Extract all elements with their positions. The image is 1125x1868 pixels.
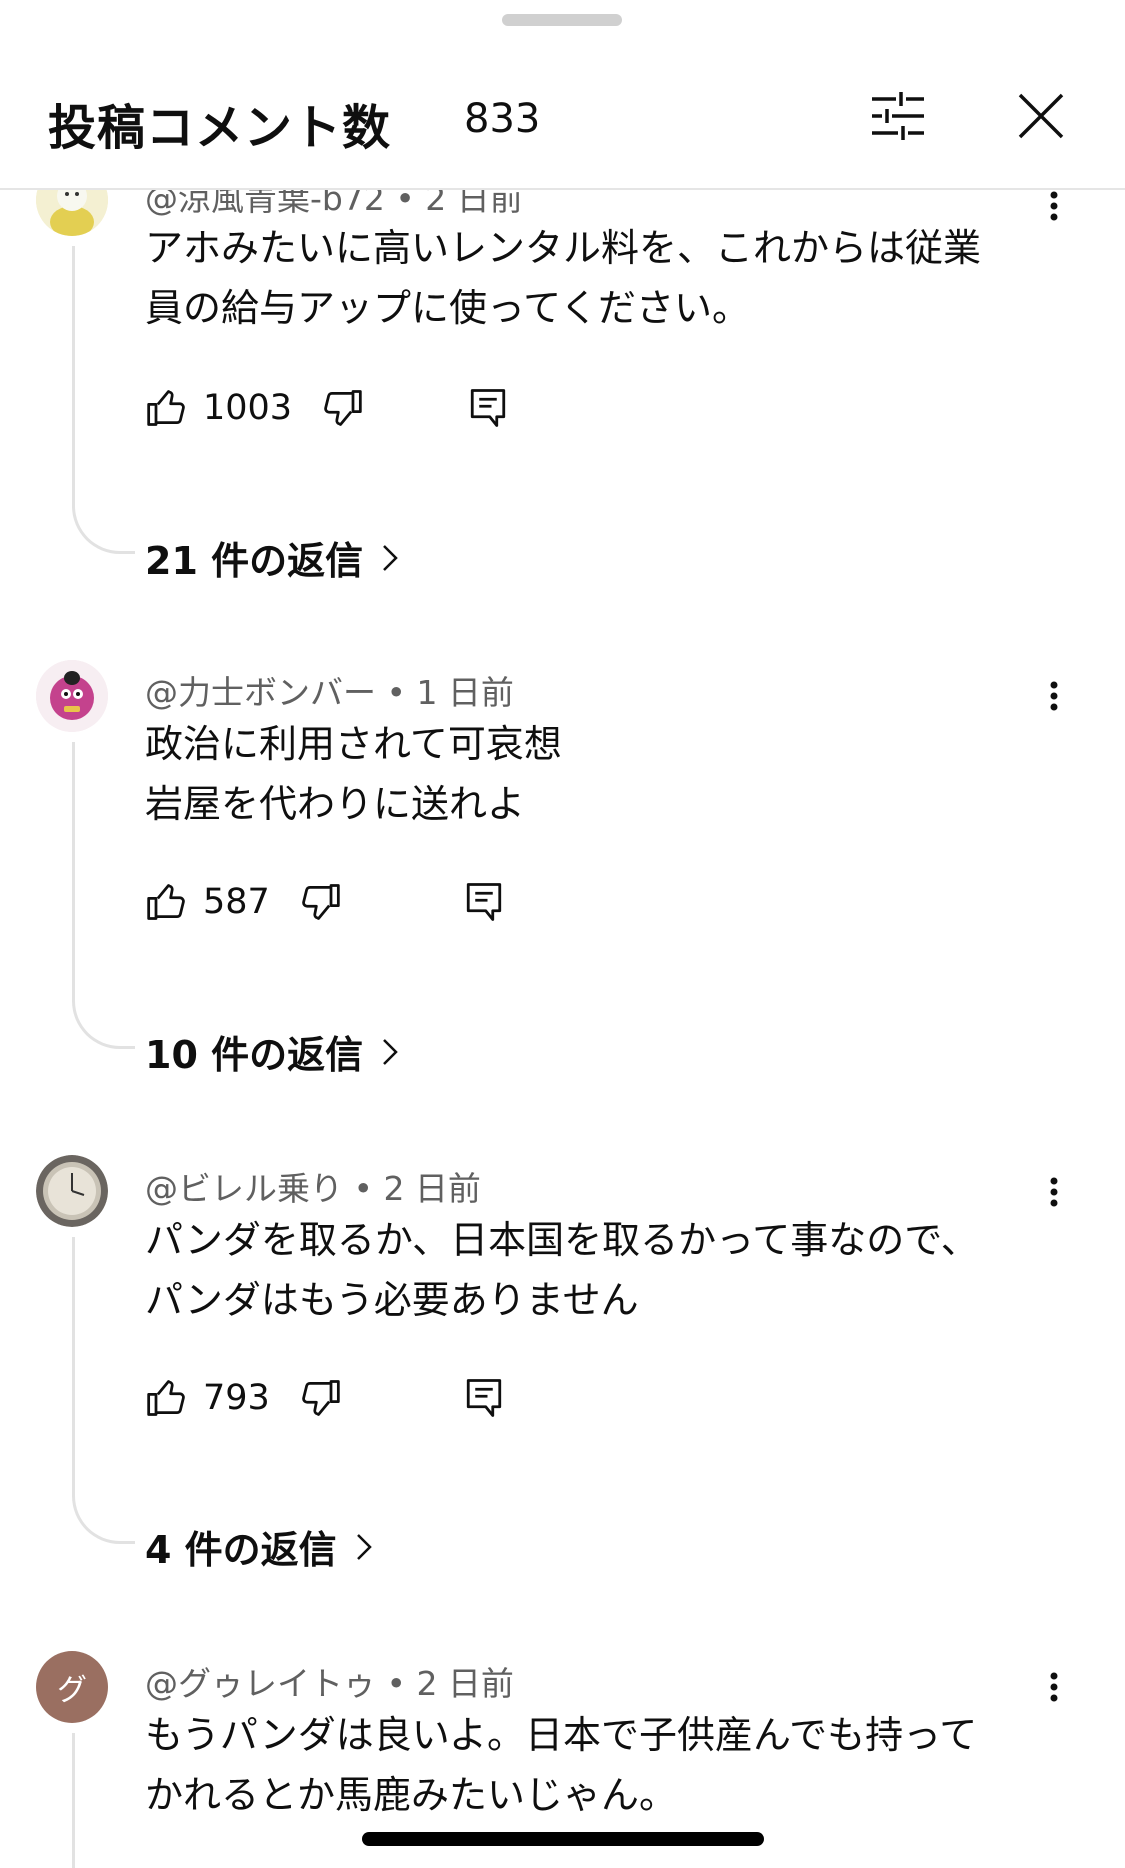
chevron-right-icon [355,1532,373,1562]
view-replies-button[interactable]: 4 件の返信 [145,1519,373,1574]
like-count: 587 [203,882,270,922]
more-vertical-icon [1050,681,1058,711]
dislike-button[interactable] [320,386,364,430]
close-button[interactable] [1005,80,1077,152]
like-count: 793 [203,1378,270,1418]
thumbs-up-icon [147,884,185,920]
thread-connector [72,1237,135,1544]
comment-list[interactable]: @涼風青葉-b72 • 2 日前 アホみたいに高いレンタル料を、これからは従業 … [0,0,1125,1868]
like-button[interactable]: 1003 [145,386,292,430]
home-indicator [362,1832,764,1846]
comment-text: 政治に利用されて可哀想 岩屋を代わりに送れよ [145,714,1045,834]
comment-actions: 793 [145,1372,502,1424]
comment-reply-icon [466,883,502,921]
thread-connector [72,246,135,554]
comment-meta[interactable]: @ビレル乗り • 2 日前 [145,1162,481,1210]
replies-count-label: 21 件の返信 [145,539,364,583]
comment-line: 政治に利用されて可哀想 [145,722,562,766]
close-icon [1018,93,1064,139]
avatar-image [36,1155,108,1227]
avatar-image [36,660,108,732]
like-button[interactable]: 587 [145,880,270,924]
avatar-letter: グ [57,1673,87,1708]
thumbs-down-icon [324,390,362,426]
view-replies-button[interactable]: 10 件の返信 [145,1024,399,1079]
avatar[interactable] [36,1155,108,1227]
sheet-drag-handle[interactable] [502,14,622,26]
thread-connector [72,742,135,1049]
comment-text: パンダを取るか、日本国を取るかって事なので、 パンダはもう必要ありません [145,1210,1045,1330]
comment-line: パンダはもう必要ありません [145,1278,639,1322]
comment-meta[interactable]: @グゥレイトゥ • 2 日前 [145,1657,514,1705]
comment-text: アホみたいに高いレンタル料を、これからは従業 員の給与アップに使ってください。 [145,218,1045,338]
comment-actions: 587 [145,876,502,928]
reply-button[interactable] [463,879,505,925]
comment-count: 833 [464,96,541,142]
comment-reply-icon [470,389,506,427]
comment-meta[interactable]: @力士ボンバー • 1 日前 [145,666,514,714]
thumbs-down-icon [302,884,340,920]
thumbs-up-icon [147,1380,185,1416]
comments-sheet: @涼風青葉-b72 • 2 日前 アホみたいに高いレンタル料を、これからは従業 … [0,0,1125,1868]
like-count: 1003 [203,388,293,428]
thumbs-down-icon [302,1380,340,1416]
filter-button[interactable] [862,80,934,152]
avatar[interactable]: グ [36,1651,108,1723]
page-title: 投稿コメント数 [48,100,392,156]
comment-line: パンダを取るか、日本国を取るかって事なので、 [145,1218,979,1262]
dislike-button[interactable] [298,1376,342,1420]
replies-count-label: 4 件の返信 [145,1528,337,1572]
reply-button[interactable] [463,1375,505,1421]
comment-line: 岩屋を代わりに送れよ [145,782,526,826]
avatar[interactable] [36,660,108,732]
comment-line: アホみたいに高いレンタル料を、これからは従業 [145,226,982,270]
thumbs-up-icon [147,390,185,426]
reply-button[interactable] [467,385,509,431]
like-button[interactable]: 793 [145,1376,270,1420]
sliders-icon [872,92,924,140]
sheet-header: 投稿コメント数 833 [0,40,1125,190]
replies-count-label: 10 件の返信 [145,1033,364,1077]
more-vertical-icon [1050,1672,1058,1702]
comment-line: かれるとか馬鹿みたいじゃん。 [145,1773,678,1817]
dislike-button[interactable] [298,880,342,924]
chevron-right-icon [381,543,399,573]
comment-reply-icon [466,1379,502,1417]
more-vertical-icon [1050,191,1058,221]
comment-actions: 1003 [145,382,506,434]
comment-line: もうパンダは良いよ。日本で子供産んでも持って [145,1713,978,1757]
chevron-right-icon [381,1037,399,1067]
view-replies-button[interactable]: 21 件の返信 [145,530,399,585]
comment-line: 員の給与アップに使ってください。 [145,286,750,330]
comment-text: もうパンダは良いよ。日本で子供産んでも持って かれるとか馬鹿みたいじゃん。 [145,1705,1045,1825]
more-vertical-icon [1050,1177,1058,1207]
thread-connector [72,1733,135,1868]
